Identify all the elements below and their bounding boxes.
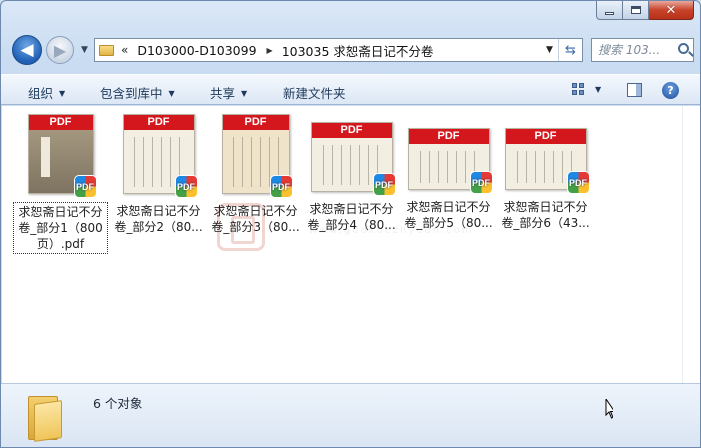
include-library-label: 包含到库中 [100, 86, 163, 101]
back-button[interactable]: ◀ [12, 35, 42, 65]
pdf-thumbnail: PDF PDF [504, 128, 590, 194]
file-tile[interactable]: PDF PDF 求恕斋日记不分卷_部分3（80... [208, 114, 303, 236]
back-arrow-icon: ◀ [20, 40, 34, 60]
pdf-badge-icon: PDF [372, 173, 396, 196]
pdf-thumbnail: PDF PDF [407, 128, 493, 194]
refresh-icon[interactable]: ⇆ [558, 39, 582, 61]
new-folder-label: 新建文件夹 [283, 86, 346, 101]
file-name[interactable]: 求恕斋日记不分卷_部分6（43... [498, 198, 593, 232]
file-tile[interactable]: PDF PDF 求恕斋日记不分卷_部分1（800页）.pdf [13, 114, 108, 254]
file-list-view[interactable]: www.guoxuezhyuan.com PDF PDF 求恕斋日记不分卷_部分… [2, 106, 682, 383]
help-icon[interactable]: ? [662, 82, 679, 99]
close-icon: ✕ [665, 2, 677, 18]
file-tile[interactable]: PDF PDF 求恕斋日记不分卷_部分6（43... [498, 114, 593, 232]
pdf-badge-icon: PDF [174, 175, 198, 198]
breadcrumb-range[interactable]: D103000-D103099 [137, 43, 256, 58]
maximize-button[interactable] [623, 1, 649, 20]
pdf-badge-icon: PDF [566, 171, 590, 194]
forward-button[interactable]: ▶ [46, 36, 74, 64]
file-name[interactable]: 求恕斋日记不分卷_部分2（80... [111, 202, 206, 236]
address-dropdown-icon[interactable]: ▼ [540, 45, 558, 55]
minimize-button[interactable] [596, 1, 623, 20]
pdf-badge-icon: PDF [73, 175, 97, 198]
pdf-badge-icon: PDF [469, 171, 493, 194]
search-box[interactable] [591, 38, 694, 62]
chevron-down-icon: ▼ [168, 89, 175, 98]
pdf-band: PDF [311, 123, 392, 138]
details-pane: 6 个对象 [1, 383, 700, 447]
caption-buttons: ✕ [596, 1, 694, 20]
address-overflow-chevron[interactable]: « [121, 43, 128, 57]
item-count: 6 个对象 [93, 396, 143, 411]
file-name[interactable]: 求恕斋日记不分卷_部分5（80... [401, 198, 496, 232]
breadcrumb-separator-icon[interactable]: ▶ [267, 46, 273, 55]
file-name[interactable]: 求恕斋日记不分卷_部分1（800页）.pdf [13, 202, 108, 254]
chevron-down-icon: ▼ [59, 89, 66, 98]
scrollbar-track[interactable] [682, 106, 700, 383]
file-name[interactable]: 求恕斋日记不分卷_部分4（80... [304, 200, 399, 234]
pdf-band: PDF [222, 115, 289, 130]
minimize-icon [605, 11, 614, 15]
organize-button[interactable]: 组织 ▼ [28, 83, 65, 102]
pdf-thumbnail: PDF PDF [221, 114, 293, 198]
views-dropdown-icon[interactable]: ▼ [595, 85, 601, 94]
search-icon[interactable] [678, 43, 689, 54]
organize-label: 组织 [28, 86, 54, 101]
pdf-band: PDF [28, 115, 93, 130]
folder-icon [28, 392, 64, 442]
include-in-library-button[interactable]: 包含到库中 ▼ [100, 83, 175, 102]
pdf-band: PDF [408, 129, 489, 144]
pdf-thumbnail: PDF PDF [310, 122, 396, 196]
share-label: 共享 [210, 86, 236, 101]
pdf-thumbnail: PDF PDF [27, 114, 97, 198]
file-tile[interactable]: PDF PDF 求恕斋日记不分卷_部分5（80... [401, 114, 496, 232]
preview-pane-icon[interactable] [627, 83, 642, 97]
explorer-window: ✕ ◀ ▶ ▼ « D103000-D103099 ▶ 103035 求恕斋日记… [0, 0, 701, 448]
pdf-band: PDF [123, 115, 194, 130]
search-input[interactable] [598, 43, 678, 57]
folder-icon [99, 44, 114, 56]
close-button[interactable]: ✕ [649, 1, 694, 20]
file-name[interactable]: 求恕斋日记不分卷_部分3（80... [208, 202, 303, 236]
file-tile[interactable]: PDF PDF 求恕斋日记不分卷_部分4（80... [304, 114, 399, 234]
chevron-down-icon: ▼ [241, 89, 248, 98]
pdf-band: PDF [505, 129, 586, 144]
breadcrumb-current[interactable]: 103035 求恕斋日记不分卷 [282, 41, 434, 60]
address-bar[interactable]: « D103000-D103099 ▶ 103035 求恕斋日记不分卷 ▼ ⇆ [94, 38, 583, 62]
navigation-bar: ◀ ▶ ▼ « D103000-D103099 ▶ 103035 求恕斋日记不分… [1, 31, 700, 71]
new-folder-button[interactable]: 新建文件夹 [283, 83, 346, 102]
command-bar: 组织 ▼ 包含到库中 ▼ 共享 ▼ 新建文件夹 ▼ ? [1, 74, 700, 105]
file-tile[interactable]: PDF PDF 求恕斋日记不分卷_部分2（80... [111, 114, 206, 236]
pdf-thumbnail: PDF PDF [122, 114, 198, 198]
maximize-icon [630, 6, 641, 14]
views-icon[interactable] [572, 83, 586, 96]
share-button[interactable]: 共享 ▼ [210, 83, 247, 102]
forward-arrow-icon: ▶ [53, 40, 67, 60]
recent-pages-dropdown[interactable]: ▼ [81, 45, 88, 55]
pdf-badge-icon: PDF [269, 175, 293, 198]
